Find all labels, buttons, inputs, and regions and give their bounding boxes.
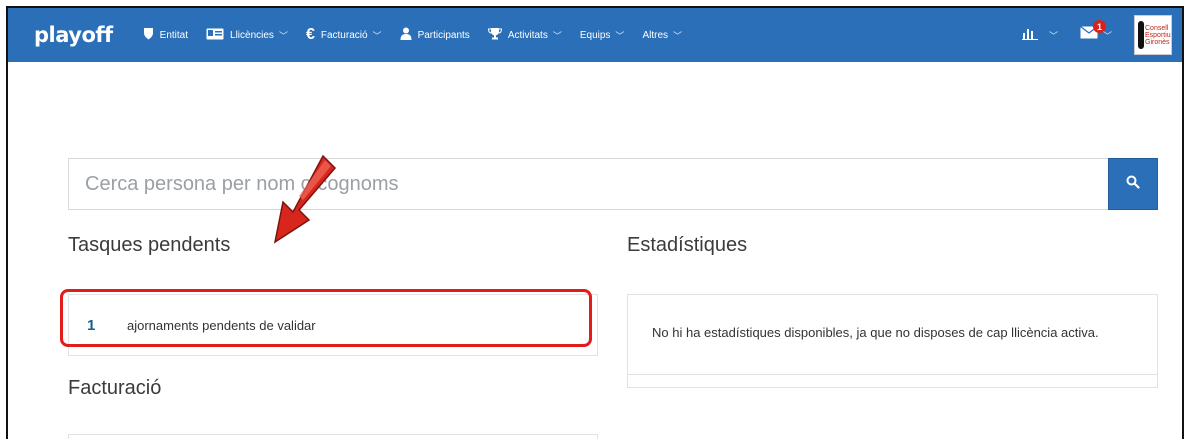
user-icon [400,27,412,43]
billing-panel [68,434,598,439]
mail-menu[interactable]: 1 ﹀ [1080,20,1112,44]
id-card-icon [206,28,224,43]
avatar-line-1: Consell [1145,24,1169,32]
search-button[interactable] [1108,158,1158,210]
mail-icon: 1 [1080,20,1106,44]
bar-chart-icon [1021,28,1038,43]
nav-entitat-label: Entitat [159,29,189,41]
euro-icon: € [305,26,315,43]
top-navbar: playoff Entitat Llicències ﹀ € Facturaci… [8,8,1182,62]
chevron-down-icon: ﹀ [372,30,382,41]
nav-altres-label: Altres [642,29,668,41]
nav-equips[interactable]: Equips ﹀ [580,29,625,42]
annotation-arrow-icon [273,154,337,244]
nav-participants-label: Participants [417,29,470,41]
avatar[interactable]: Consell Esportiu Gironès [1134,15,1172,55]
avatar-line-3: Gironès [1145,38,1170,46]
nav-llicencies-label: Llicències [230,29,274,41]
trophy-icon [487,27,502,43]
nav-activitats-label: Activitats [507,29,548,41]
stats-message: No hi ha estadístiques disponibles, ja q… [652,325,1099,340]
stats-title: Estadístiques [627,234,748,256]
divider [628,374,1157,375]
nav-participants[interactable]: Participants [400,27,470,43]
navbar-right: ﹀ 1 ﹀ Consell Esportiu Gironès [1021,8,1182,62]
chevron-down-icon: ﹀ [552,30,562,41]
stats-panel: No hi ha estadístiques disponibles, ja q… [627,294,1158,388]
search-bar [68,158,1158,210]
app-window: playoff Entitat Llicències ﹀ € Facturaci… [6,6,1184,439]
nav-equips-label: Equips [579,29,611,41]
avatar-logo-icon [1138,21,1144,49]
nav-facturacio-label: Facturació [320,29,368,41]
highlight-box [60,289,592,347]
nav-altres[interactable]: Altres ﹀ [642,29,682,42]
nav-activitats[interactable]: Activitats ﹀ [487,27,562,43]
chevron-down-icon: ﹀ [1048,30,1058,41]
billing-title: Facturació [68,377,162,399]
nav-entitat[interactable]: Entitat [143,27,188,43]
avatar-line-2: Esportiu [1145,31,1171,39]
shield-icon [143,27,154,43]
stats-menu[interactable]: ﹀ [1021,28,1058,43]
nav-llicencies[interactable]: Llicències ﹀ [206,28,288,43]
brand-logo[interactable]: playoff [34,23,113,47]
search-icon [1126,175,1140,194]
chevron-down-icon: ﹀ [615,30,625,41]
chevron-down-icon: ﹀ [673,30,683,41]
chevron-down-icon: ﹀ [1102,30,1112,41]
nav-facturacio[interactable]: € Facturació ﹀ [306,26,382,44]
chevron-down-icon: ﹀ [278,30,288,41]
search-input[interactable] [68,158,1108,210]
tasks-title: Tasques pendents [68,234,231,256]
